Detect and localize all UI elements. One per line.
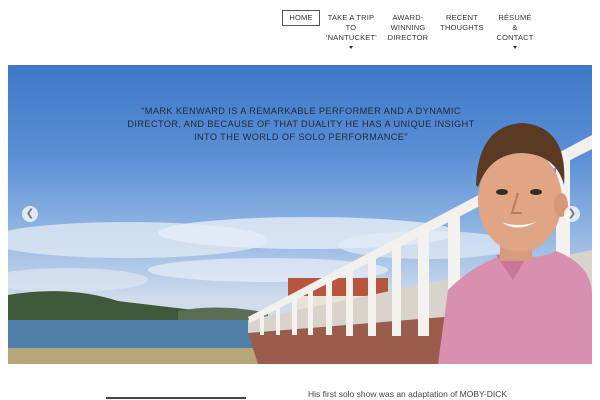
- chevron-down-icon: [513, 46, 517, 49]
- section-divider: [106, 397, 246, 399]
- chevron-right-icon[interactable]: ❯: [564, 206, 580, 222]
- intro-paragraph: His first solo show was an adaptation of…: [308, 389, 508, 399]
- site-header: HOME TAKE A TRIP TO 'NANTUCKET' AWARD- WINN…: [0, 0, 600, 65]
- nav-item-label: AWARD- WINNING DIRECTOR: [387, 13, 429, 42]
- chevron-left-icon[interactable]: ❮: [22, 206, 38, 222]
- chevron-down-icon: [349, 46, 353, 49]
- nav-item-label: RÉSUMÉ & CONTACT: [496, 13, 534, 42]
- nav-item-recent-thoughts[interactable]: RECENT THOUGHTS: [437, 13, 487, 33]
- nav-item-label: TAKE A TRIP TO 'NANTUCKET': [326, 13, 377, 42]
- hero-quote: "MARK KENWARD IS A REMARKABLE PERFORMER …: [127, 106, 475, 142]
- nav-item-home[interactable]: HOME: [282, 10, 320, 26]
- main-nav: HOME TAKE A TRIP TO 'NANTUCKET' AWARD- WINN…: [0, 0, 600, 65]
- nav-item-award-winning-director[interactable]: AWARD- WINNING DIRECTOR: [383, 13, 433, 43]
- hero-slider: "MARK KENWARD IS A REMARKABLE PERFORMER …: [8, 65, 592, 364]
- nav-item-resume-contact[interactable]: RÉSUMÉ & CONTACT: [490, 13, 540, 49]
- nav-item-take-a-trip[interactable]: TAKE A TRIP TO 'NANTUCKET': [326, 13, 377, 49]
- nav-item-label: RECENT THOUGHTS: [440, 13, 484, 32]
